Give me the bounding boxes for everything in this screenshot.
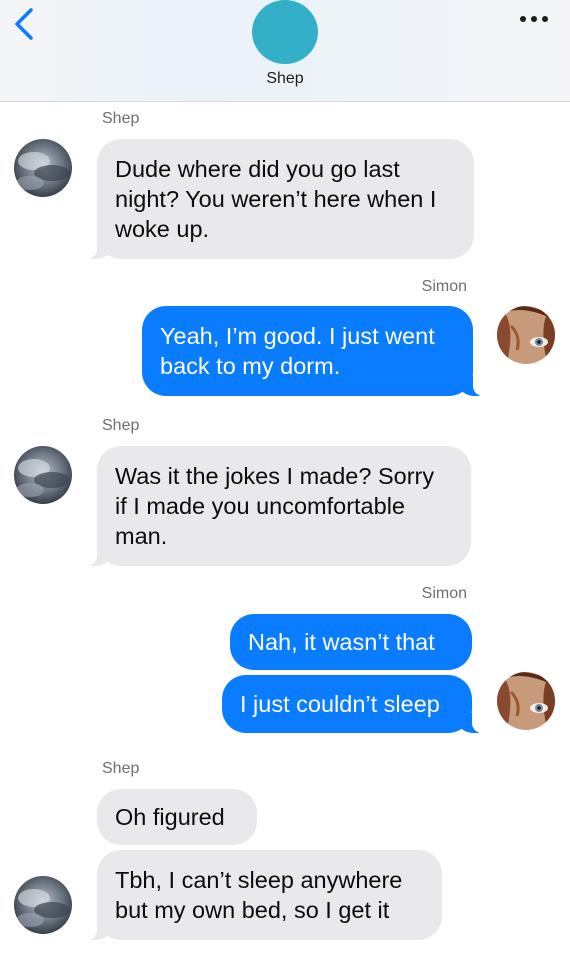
message-bubble-outgoing[interactable]: I just couldn’t sleep: [222, 675, 484, 733]
message-bubble-incoming[interactable]: Oh figured: [97, 789, 257, 845]
message-bubble-incoming[interactable]: Was it the jokes I made? Sorry if I made…: [85, 446, 471, 566]
message-line: Tbh, I can’t sleep anywhere: [115, 867, 403, 893]
shep-avatar[interactable]: [14, 446, 72, 504]
message-line: back to my dorm.: [160, 353, 341, 379]
message-line: Yeah, I’m good. I just went: [160, 323, 435, 349]
conversation-header: Shep: [0, 0, 570, 102]
message-bubble-outgoing[interactable]: Nah, it wasn’t that: [230, 614, 472, 670]
message-bubble-incoming[interactable]: Dude where did you go last night? You we…: [85, 139, 474, 259]
simon-avatar[interactable]: [497, 306, 555, 364]
sender-label: Simon: [421, 278, 467, 295]
message-line: if I made you uncomfortable: [115, 493, 405, 519]
simon-avatar[interactable]: [497, 672, 555, 730]
message-line: man.: [115, 523, 168, 549]
message-line: night? You weren’t here when I: [115, 186, 437, 212]
contact-avatar[interactable]: [252, 0, 318, 64]
sender-label: Shep: [102, 417, 140, 434]
back-chevron-icon[interactable]: [10, 6, 40, 42]
shep-avatar[interactable]: [14, 139, 72, 197]
message-line: Was it the jokes I made? Sorry: [115, 463, 435, 489]
contact-name[interactable]: Shep: [0, 70, 570, 88]
message-line: but my own bed, so I get it: [115, 897, 390, 923]
sender-label: Shep: [102, 760, 140, 777]
shep-avatar[interactable]: [14, 876, 72, 934]
message-line: woke up.: [115, 216, 210, 242]
message-line: Dude where did you go last: [115, 156, 400, 182]
sender-label: Simon: [421, 585, 467, 602]
message-bubble-outgoing[interactable]: Yeah, I’m good. I just went back to my d…: [142, 306, 485, 396]
message-bubble-incoming[interactable]: Tbh, I can’t sleep anywhere but my own b…: [85, 850, 442, 940]
sender-label: Shep: [102, 110, 140, 127]
more-options-icon[interactable]: [520, 16, 548, 22]
